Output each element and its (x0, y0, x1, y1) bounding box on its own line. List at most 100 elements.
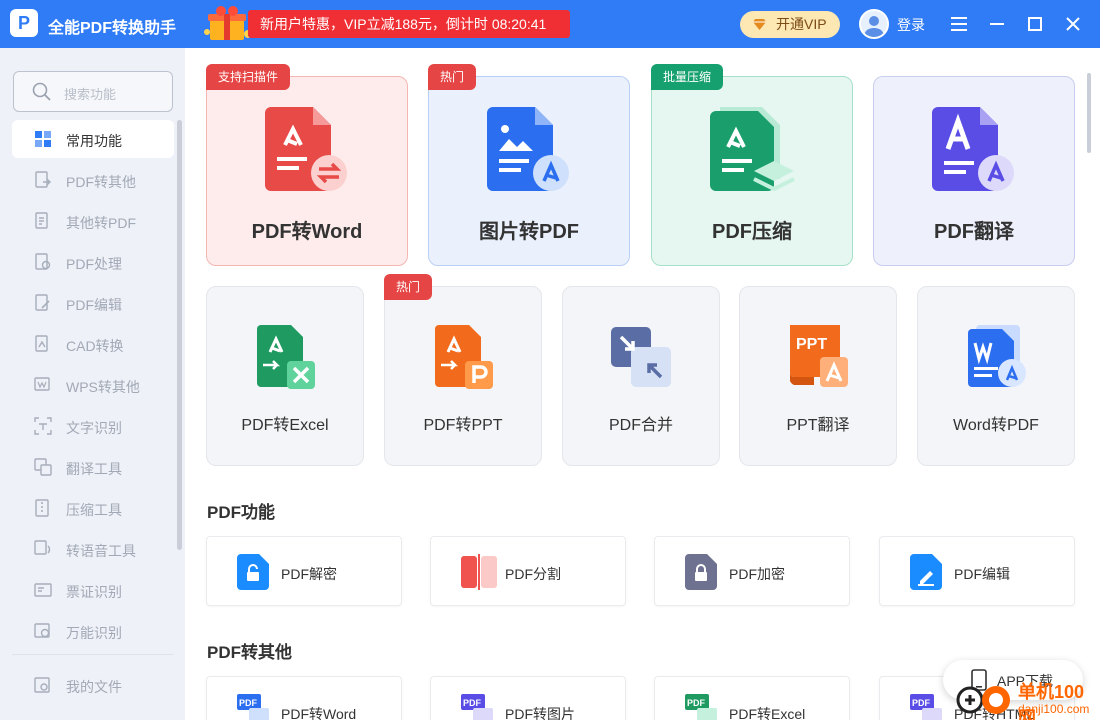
svg-text:PDF: PDF (912, 698, 931, 708)
card-pdf-compress[interactable]: PDF压缩 (651, 76, 853, 266)
sidebar-item-ocr[interactable]: 文字识别 (12, 407, 174, 445)
sidebar: 搜索功能 常用功能 PDF转其他 其他转PDF PDF处理 PDF编辑 CAD转… (0, 48, 185, 720)
sidebar-item-scan[interactable]: 万能识别 (12, 612, 174, 650)
card-pdf-translate[interactable]: PDF翻译 (873, 76, 1075, 266)
sidebar-item-ticket[interactable]: 票证识别 (12, 571, 174, 609)
card-label: PPT翻译 (786, 417, 850, 434)
sidebar-item-label: 翻译工具 (66, 461, 122, 477)
sidebar-item-label: PDF转其他 (66, 174, 136, 190)
scan-icon (34, 623, 50, 638)
sidebar-item-label: 压缩工具 (66, 502, 122, 518)
svg-text:PPT: PPT (796, 336, 827, 353)
sidebar-item-pdf-to-other[interactable]: PDF转其他 (12, 161, 174, 199)
compress-icon (35, 499, 49, 517)
func-label: PDF加密 (729, 566, 785, 582)
card-label: Word转PDF (953, 417, 1039, 434)
pdf-merge-icon (611, 327, 671, 387)
svg-text:PDF: PDF (463, 698, 482, 708)
card-pdf-to-ppt[interactable]: PDF转PPT (384, 286, 542, 466)
to-pdf-icon (35, 212, 48, 229)
sidebar-item-compress[interactable]: 压缩工具 (12, 489, 174, 527)
search-input[interactable]: 搜索功能 (13, 71, 173, 112)
promo-banner[interactable]: 新用户特惠，VIP立减188元，倒计时 08:20:41 (248, 10, 570, 38)
sidebar-item-label: 转语音工具 (66, 543, 136, 559)
avatar[interactable] (859, 9, 889, 39)
func-label: PDF分割 (505, 566, 561, 582)
sidebar-item-label: PDF编辑 (66, 297, 122, 313)
ocr-icon (34, 417, 52, 435)
sidebar-item-label: CAD转换 (66, 338, 124, 354)
login-link[interactable]: 登录 (897, 15, 925, 35)
tag-badge: 热门 (384, 274, 433, 300)
split-icon (461, 554, 497, 590)
watermark-logo (956, 686, 1010, 714)
open-vip-button[interactable]: 开通VIP (740, 11, 840, 38)
sidebar-item-wps[interactable]: WPS转其他 (12, 366, 174, 404)
func-label: PDF转Word (281, 706, 357, 720)
func-pdf-edit[interactable]: PDF编辑 (879, 536, 1075, 606)
sidebar-item-my-files[interactable]: 我的文件 (12, 666, 174, 704)
unlock-icon (237, 554, 269, 590)
sidebar-item-label: 我的文件 (66, 679, 122, 695)
menu-icon[interactable] (947, 12, 971, 36)
cad-icon (35, 335, 48, 352)
sidebar-item-translate[interactable]: 翻译工具 (12, 448, 174, 486)
card-label: PDF转Word (251, 221, 363, 243)
func-label: PDF解密 (281, 566, 337, 582)
section-title-pdf-functions: PDF功能 (207, 503, 275, 522)
section-title-pdf-to-other: PDF转其他 (207, 643, 292, 662)
sidebar-item-label: 万能识别 (66, 625, 122, 641)
edit-icon (910, 554, 942, 590)
func-label: PDF转Excel (729, 706, 806, 720)
card-pdf-to-word[interactable]: PDF转Word (206, 76, 408, 266)
card-image-to-pdf[interactable]: 图片转PDF (428, 76, 630, 266)
pdf-process-icon (35, 253, 51, 270)
sidebar-item-pdf-edit[interactable]: PDF编辑 (12, 284, 174, 322)
tag-badge: 支持扫描件 (206, 64, 291, 90)
sidebar-item-common[interactable]: 常用功能 (12, 120, 174, 158)
search-icon (32, 82, 51, 101)
card-ppt-translate[interactable]: PPT PPT翻译 (739, 286, 897, 466)
title-bar: P 全能PDF转换助手 新用户特惠，VIP立减188元，倒计时 08:20:41… (0, 0, 1100, 48)
main-scrollbar[interactable] (1087, 73, 1091, 153)
grid-icon (35, 131, 51, 147)
pdf-convert-icon (35, 171, 51, 188)
tag-badge: 热门 (428, 64, 477, 90)
gift-icon (204, 6, 252, 40)
func-pdf-decrypt[interactable]: PDF解密 (206, 536, 402, 606)
app-logo: P (10, 9, 38, 37)
sidebar-item-pdf-process[interactable]: PDF处理 (12, 243, 174, 281)
wps-icon (34, 377, 50, 391)
sidebar-scrollbar[interactable] (177, 120, 182, 550)
pdf-translate-icon (932, 107, 1014, 191)
sidebar-item-other-to-pdf[interactable]: 其他转PDF (12, 202, 174, 240)
func-pdf-split[interactable]: PDF分割 (430, 536, 626, 606)
card-label: PDF翻译 (934, 221, 1014, 243)
card-pdf-to-excel[interactable]: PDF转Excel (206, 286, 364, 466)
ppt-translate-icon: PPT (790, 325, 848, 387)
func-pdf-to-image[interactable]: PDF PDF转图片 (430, 676, 626, 720)
sidebar-item-label: 票证识别 (66, 584, 122, 600)
maximize-icon[interactable] (1023, 12, 1047, 36)
pdf-to-ppt-icon (435, 325, 493, 389)
card-pdf-merge[interactable]: PDF合并 (562, 286, 720, 466)
minimize-icon[interactable] (985, 12, 1009, 36)
sidebar-item-label: PDF处理 (66, 256, 122, 272)
card-label: PDF转PPT (423, 417, 503, 434)
speech-icon (34, 540, 51, 555)
sidebar-item-speech[interactable]: 转语音工具 (12, 530, 174, 568)
func-pdf-to-word[interactable]: PDF PDF转Word (206, 676, 402, 720)
pdf-image-icon: PDF (461, 694, 493, 720)
card-label: 图片转PDF (479, 221, 579, 243)
sidebar-item-label: 常用功能 (66, 133, 122, 149)
pdf-compress-icon (710, 107, 795, 192)
pdf-to-excel-icon (257, 325, 315, 389)
card-label: PDF转Excel (241, 417, 329, 434)
sidebar-item-cad[interactable]: CAD转换 (12, 325, 174, 363)
func-pdf-encrypt[interactable]: PDF加密 (654, 536, 850, 606)
sidebar-item-label: 其他转PDF (66, 215, 136, 231)
func-pdf-to-excel[interactable]: PDF PDF转Excel (654, 676, 850, 720)
vip-label: 开通VIP (776, 16, 827, 32)
card-word-to-pdf[interactable]: Word转PDF (917, 286, 1075, 466)
close-icon[interactable] (1061, 12, 1085, 36)
